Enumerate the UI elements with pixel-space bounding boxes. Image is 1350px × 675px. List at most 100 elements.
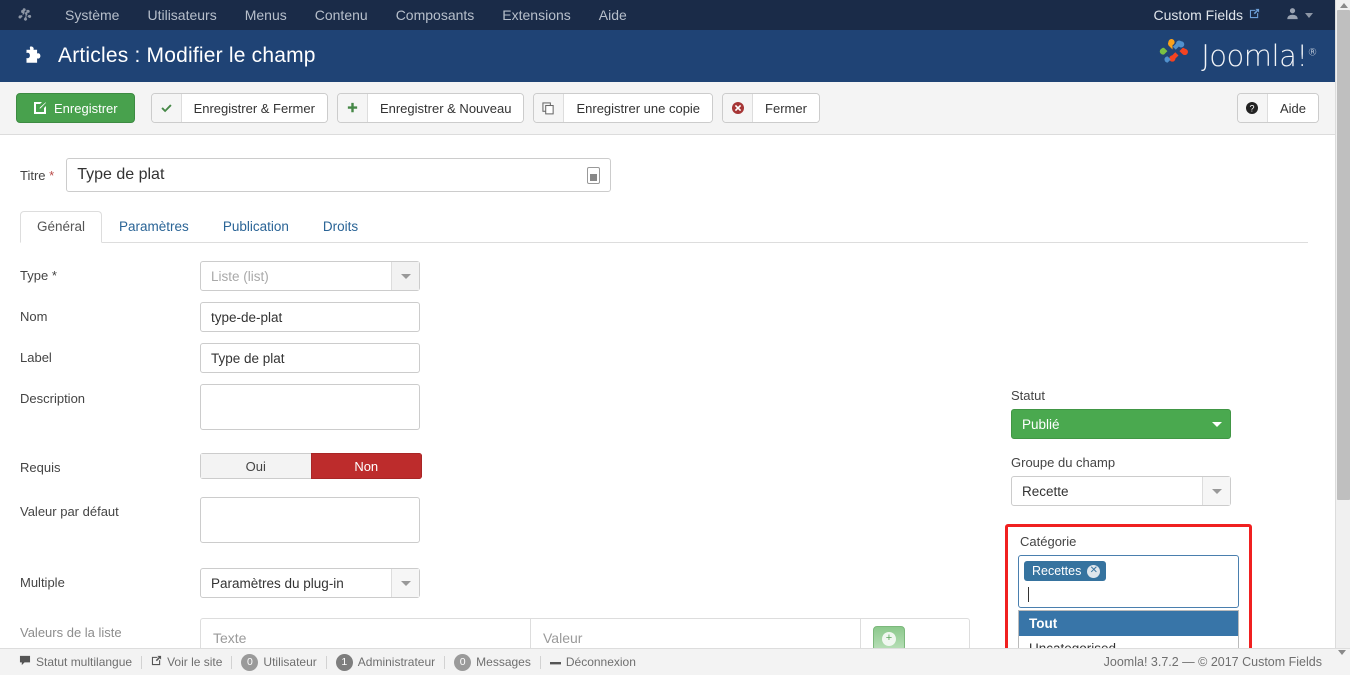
save-button-label: Enregistrer (54, 100, 118, 116)
valeur-defaut-label: Valeur par défaut (20, 504, 119, 519)
form-row-nom: Nom (20, 302, 1000, 332)
categorie-multiselect-input[interactable]: Recettes ✕ (1018, 555, 1239, 608)
statut-select-value: Publié (1022, 416, 1060, 432)
multiple-label: Multiple (20, 575, 65, 590)
statut-select[interactable]: Publié (1011, 409, 1231, 439)
form-row-requis: Requis Oui Non (20, 453, 1000, 479)
form-row-valeurs-liste: Valeurs de la liste Texte Valeur + (20, 618, 1000, 648)
content-area: Titre * Général Paramètres Publication D… (0, 135, 1335, 648)
statut-label: Statut (1011, 388, 1045, 403)
help-button-label: Aide (1267, 94, 1318, 122)
messages-link[interactable]: 0 Messages (445, 653, 540, 671)
categorie-label: Catégorie (1020, 534, 1077, 549)
tab-parametres[interactable]: Paramètres (102, 211, 206, 243)
chevron-down-icon (1202, 477, 1230, 505)
chevron-down-icon (391, 569, 419, 597)
save-and-new-button[interactable]: Enregistrer & Nouveau (336, 93, 525, 123)
type-label: Type * (20, 268, 57, 283)
groupe-select-value: Recette (1022, 483, 1069, 499)
menu-item-systeme[interactable]: Système (51, 0, 133, 30)
logout-link[interactable]: Déconnexion (541, 655, 645, 669)
list-values-col-texte: Texte (201, 619, 531, 648)
messages-label: Messages (476, 655, 531, 669)
menu-item-aide[interactable]: Aide (585, 0, 641, 30)
save-and-close-button[interactable]: Enregistrer & Fermer (150, 93, 328, 123)
user-icon (1286, 7, 1299, 23)
description-textarea[interactable] (200, 384, 420, 430)
status-bar: Statut multilangue Voir le site 0 Utilis… (0, 648, 1350, 675)
menu-item-utilisateurs[interactable]: Utilisateurs (133, 0, 230, 30)
vertical-scrollbar[interactable] (1335, 0, 1350, 648)
plus-icon (337, 94, 368, 122)
type-select[interactable]: Liste (list) (200, 261, 420, 291)
form-row-valeur-defaut: Valeur par défaut (20, 497, 1000, 548)
list-values-col-valeur: Valeur (531, 619, 861, 648)
groupe-select[interactable]: Recette (1011, 476, 1231, 506)
add-list-value-button[interactable]: + (873, 626, 905, 648)
menu-item-extensions[interactable]: Extensions (488, 0, 584, 30)
check-icon (151, 94, 182, 122)
categorie-option-tout[interactable]: Tout (1019, 611, 1238, 636)
save-and-close-label: Enregistrer & Fermer (181, 94, 327, 122)
save-as-copy-label: Enregistrer une copie (564, 94, 713, 122)
save-as-copy-button[interactable]: Enregistrer une copie (533, 93, 714, 123)
close-button-label: Fermer (753, 94, 819, 122)
toolbar: Enregistrer Enregistrer & Fermer Enregis… (0, 82, 1335, 135)
valeurs-liste-label: Valeurs de la liste (20, 625, 122, 640)
multiple-select[interactable]: Paramètres du plug-in (200, 568, 420, 598)
list-values-table: Texte Valeur + (200, 618, 970, 648)
menu-item-composants[interactable]: Composants (382, 0, 489, 30)
page-header: Articles : Modifier le champ Joomla!® (0, 30, 1335, 82)
title-field-row: Titre * (0, 135, 1335, 192)
type-select-value: Liste (list) (211, 268, 269, 284)
site-name-label: Custom Fields (1153, 7, 1243, 23)
messages-badge: 0 (454, 653, 472, 671)
comment-icon (19, 655, 31, 669)
list-values-col-actions: + (861, 619, 969, 648)
categorie-chip-recettes: Recettes ✕ (1024, 561, 1107, 581)
nom-input[interactable] (200, 302, 420, 332)
valeur-defaut-textarea[interactable] (200, 497, 420, 543)
scroll-down-arrow-icon[interactable] (1338, 650, 1346, 669)
question-circle-icon: ? (1237, 94, 1268, 122)
close-button[interactable]: Fermer (722, 93, 820, 123)
status-multilang[interactable]: Statut multilangue (10, 655, 141, 669)
tab-publication[interactable]: Publication (206, 211, 306, 243)
save-button[interactable]: Enregistrer (16, 93, 135, 123)
remove-circle-icon[interactable]: ✕ (1087, 564, 1101, 578)
content-language-icon[interactable] (576, 159, 610, 191)
required-mark: * (51, 268, 57, 283)
user-menu[interactable] (1268, 7, 1323, 23)
required-mark: * (49, 167, 55, 183)
form-row-description: Description (20, 384, 1000, 435)
topbar-right: Custom Fields (1146, 7, 1335, 23)
form-left-column: Type * Liste (list) Nom type-de-plat Lab… (0, 261, 1000, 648)
site-name-link[interactable]: Custom Fields (1146, 7, 1268, 23)
tab-droits[interactable]: Droits (306, 211, 375, 243)
scrollbar-thumb[interactable] (1337, 10, 1350, 500)
puzzle-piece-icon (22, 45, 44, 67)
menu-item-contenu[interactable]: Contenu (301, 0, 382, 30)
sidebar-panel: Statut Publié Groupe du champ Recette (1011, 388, 1311, 506)
admins-online[interactable]: 1 Administrateur (327, 653, 444, 671)
admin-page: Système Utilisateurs Menus Contenu Compo… (0, 0, 1350, 675)
users-online[interactable]: 0 Utilisateur (232, 653, 325, 671)
requis-option-non[interactable]: Non (310, 453, 422, 479)
help-button[interactable]: ? Aide (1236, 93, 1319, 123)
joomla-mark-icon[interactable] (18, 7, 33, 23)
cancel-circle-icon (723, 94, 754, 122)
menu-item-menus[interactable]: Menus (231, 0, 301, 30)
requis-option-oui[interactable]: Oui (200, 453, 311, 479)
view-site-label: Voir le site (167, 655, 223, 669)
categorie-option-uncategorised[interactable]: Uncategorised (1019, 636, 1238, 648)
chevron-down-icon (391, 262, 419, 290)
title-input[interactable] (67, 159, 577, 191)
users-online-badge: 0 (241, 653, 259, 671)
view-site-link[interactable]: Voir le site (142, 655, 231, 669)
requis-label: Requis (20, 460, 61, 475)
label-input[interactable] (200, 343, 420, 373)
copyright-text: Joomla! 3.7.2 — © 2017 Custom Fields (1103, 655, 1322, 669)
tab-general[interactable]: Général (20, 211, 103, 243)
admins-online-label: Administrateur (357, 655, 436, 669)
categorie-panel-highlight: Catégorie Recettes ✕ Tout Uncategorised … (1005, 524, 1252, 648)
